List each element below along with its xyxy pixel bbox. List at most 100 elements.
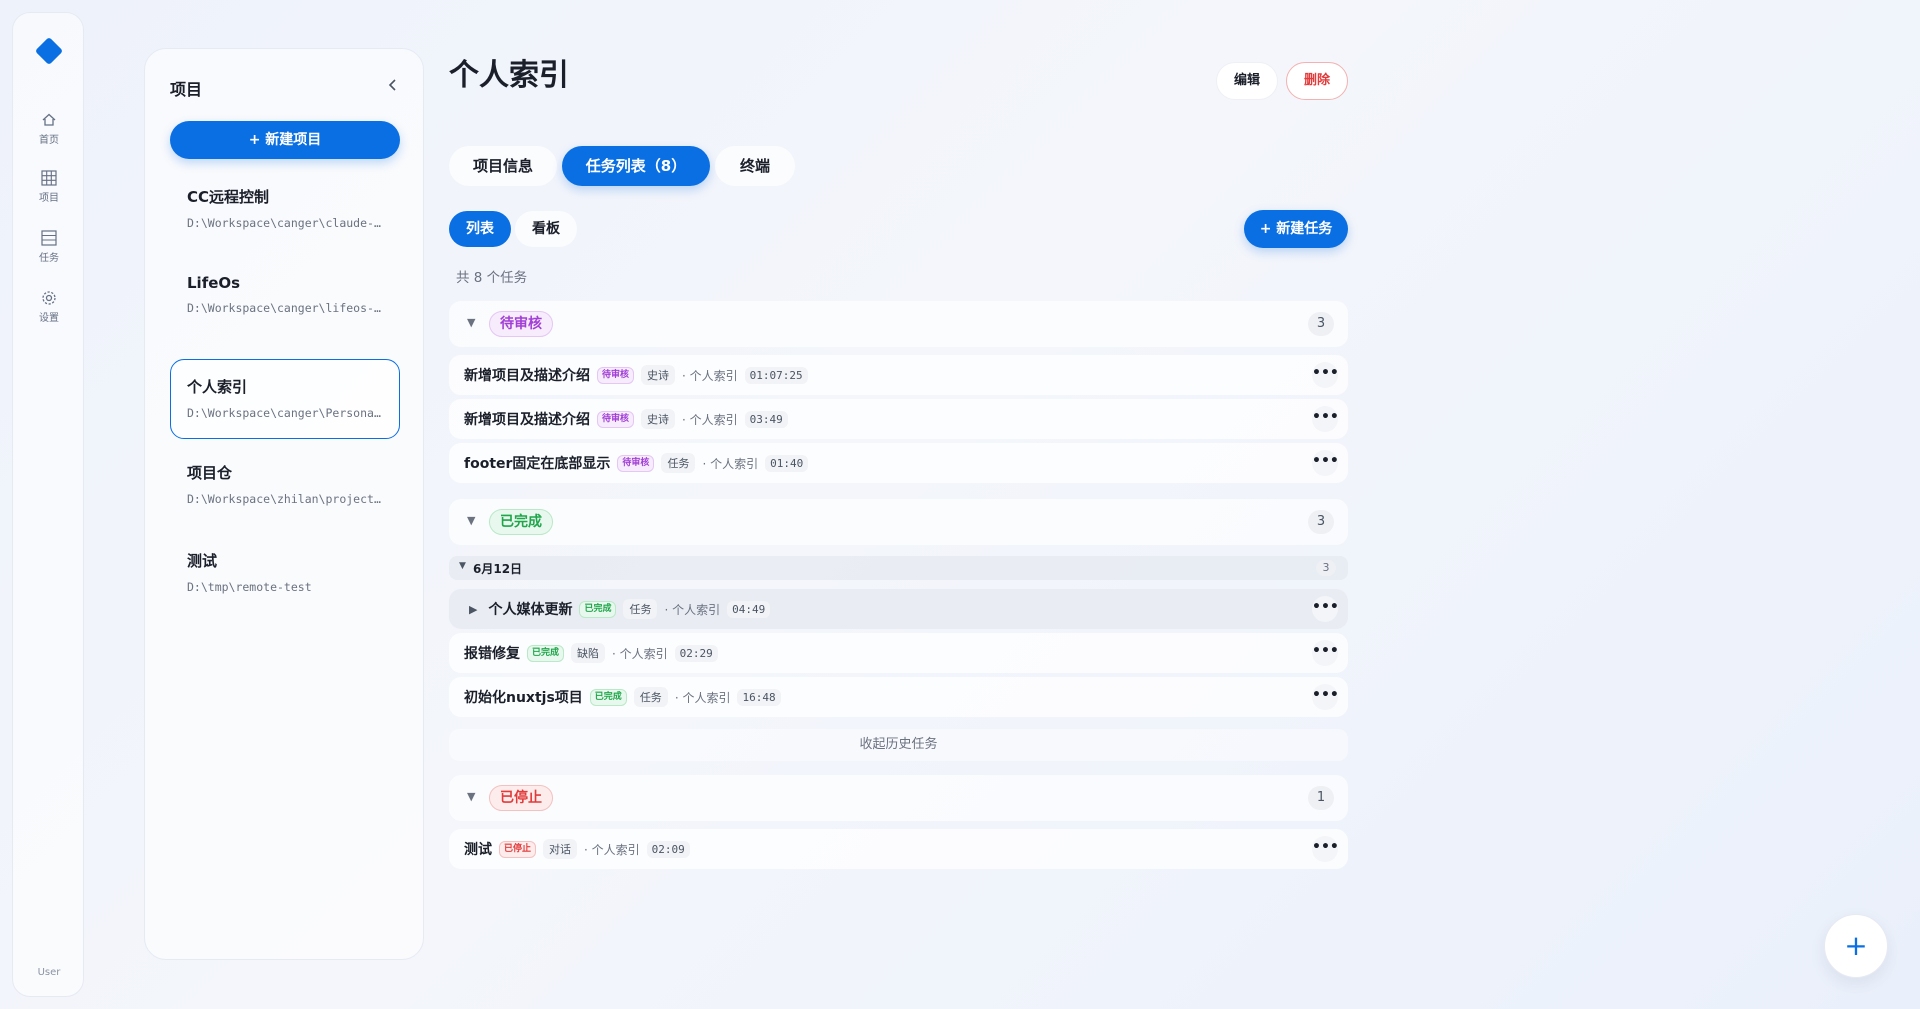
task-time: 02:09 xyxy=(646,840,690,858)
task-title: 初始化nuxtjs项目 xyxy=(464,690,583,706)
project-path: D:\Workspace\canger\claude-code-remote xyxy=(187,216,383,230)
project-panel: 项目 + 新建项目 CC远程控制 D:\Workspace\canger\cla… xyxy=(144,48,424,960)
group-count: 3 xyxy=(1308,312,1334,336)
project-item[interactable]: 测试 D:\tmp\remote-test xyxy=(170,535,400,615)
group-header-stopped[interactable]: ▼ 已停止 1 xyxy=(449,775,1348,821)
more-icon[interactable]: ••• xyxy=(1312,640,1339,666)
task-row[interactable]: 新增项目及描述介绍 待审核 史诗 · 个人索引 03:49 ••• xyxy=(449,399,1348,439)
add-fab-button[interactable]: + xyxy=(1824,914,1888,978)
task-time: 03:49 xyxy=(744,410,788,428)
task-row[interactable]: footer固定在底部显示 待审核 任务 · 个人索引 01:40 ••• xyxy=(449,443,1348,483)
task-type: 缺陷 xyxy=(571,643,606,663)
home-icon xyxy=(42,113,56,126)
new-project-button[interactable]: + 新建项目 xyxy=(170,121,400,159)
more-icon[interactable]: ••• xyxy=(1312,450,1339,476)
status-badge: 待审核 xyxy=(617,454,655,472)
task-type: 任务 xyxy=(633,687,668,707)
caret-down-icon: ▼ xyxy=(467,514,476,527)
tab-project-info[interactable]: 项目信息 xyxy=(449,146,557,186)
date-group-label: 6月12日 xyxy=(473,562,523,576)
delete-button[interactable]: 删除 xyxy=(1286,62,1348,100)
rail-item-projects[interactable]: 项目 xyxy=(13,169,85,204)
expand-arrow-icon[interactable]: ▶ xyxy=(469,603,477,616)
status-pill-done: 已完成 xyxy=(489,509,553,535)
task-title: 新增项目及描述介绍 xyxy=(464,368,590,384)
status-pill-review: 待审核 xyxy=(489,311,553,337)
date-group-header[interactable]: ▼ 6月12日 3 xyxy=(449,556,1348,580)
status-badge: 待审核 xyxy=(597,410,635,428)
date-group-count: 3 xyxy=(1316,560,1336,576)
page-title: 个人索引 xyxy=(449,58,569,93)
status-badge: 已完成 xyxy=(527,644,565,662)
project-path: D:\tmp\remote-test xyxy=(187,580,312,594)
group-header-review[interactable]: ▼ 待审核 3 xyxy=(449,301,1348,347)
project-item[interactable]: 项目仓 D:\Workspace\zhilan\project-hub xyxy=(170,447,400,527)
status-badge: 已完成 xyxy=(579,600,617,618)
task-time: 16:48 xyxy=(737,688,781,706)
project-item-active[interactable]: 个人索引 D:\Workspace\canger\PersonalIndex xyxy=(170,359,400,439)
project-path: D:\Workspace\canger\PersonalIndex xyxy=(187,406,383,420)
status-badge: 已完成 xyxy=(589,688,627,706)
task-project: · 个人索引 xyxy=(584,842,640,857)
caret-down-icon: ▼ xyxy=(459,561,466,571)
rail-label-settings: 设置 xyxy=(39,313,59,324)
task-type: 对话 xyxy=(543,839,578,859)
view-list-button[interactable]: 列表 xyxy=(449,211,511,247)
project-name: LifeOs xyxy=(187,274,241,292)
grid-icon xyxy=(41,170,57,186)
task-count: 共 8 个任务 xyxy=(456,270,528,286)
more-icon[interactable]: ••• xyxy=(1312,836,1339,862)
more-icon[interactable]: ••• xyxy=(1312,684,1339,710)
task-time: 01:07:25 xyxy=(744,366,808,384)
group-header-done[interactable]: ▼ 已完成 3 xyxy=(449,499,1348,545)
task-row[interactable]: 报错修复 已完成 缺陷 · 个人索引 02:29 ••• xyxy=(449,633,1348,673)
project-item[interactable]: CC远程控制 D:\Workspace\canger\claude-code-r… xyxy=(170,171,400,251)
task-row[interactable]: 测试 已停止 对话 · 个人索引 02:09 ••• xyxy=(449,829,1348,869)
task-title: 个人媒体更新 xyxy=(488,602,573,618)
task-type: 任务 xyxy=(661,453,696,473)
collapse-history-button[interactable]: 收起历史任务 xyxy=(449,729,1348,761)
nav-rail: 首页 项目 任务 设置 User xyxy=(12,12,84,997)
rail-item-home[interactable]: 首页 xyxy=(13,111,85,146)
task-type: 任务 xyxy=(623,599,658,619)
more-icon[interactable]: ••• xyxy=(1312,596,1339,622)
logo-icon[interactable] xyxy=(34,36,64,66)
project-item[interactable]: LifeOs D:\Workspace\canger\lifeos-projec… xyxy=(170,259,400,339)
rail-label-tasks: 任务 xyxy=(39,253,59,264)
tab-task-list[interactable]: 任务列表（8） xyxy=(562,146,710,186)
group-count: 1 xyxy=(1308,786,1334,810)
task-row[interactable]: 初始化nuxtjs项目 已完成 任务 · 个人索引 16:48 ••• xyxy=(449,677,1348,717)
view-board-button[interactable]: 看板 xyxy=(515,211,577,247)
task-project: · 个人索引 xyxy=(702,456,759,471)
panel-title: 项目 xyxy=(170,80,203,99)
project-name: CC远程控制 xyxy=(187,188,270,206)
task-project: · 个人索引 xyxy=(682,412,738,427)
task-row[interactable]: ▶ 个人媒体更新 已完成 任务 · 个人索引 04:49 ••• xyxy=(449,589,1348,629)
more-icon[interactable]: ••• xyxy=(1312,362,1339,388)
tab-terminal[interactable]: 终端 xyxy=(715,146,795,186)
chevron-left-icon[interactable] xyxy=(381,73,405,97)
task-project: · 个人索引 xyxy=(612,646,668,661)
task-title: 新增项目及描述介绍 xyxy=(464,412,590,428)
rail-label-home: 首页 xyxy=(39,135,59,146)
project-name: 个人索引 xyxy=(187,378,248,396)
edit-button[interactable]: 编辑 xyxy=(1216,62,1278,100)
group-count: 3 xyxy=(1308,510,1334,534)
new-task-button[interactable]: + 新建任务 xyxy=(1244,210,1348,248)
task-time: 01:40 xyxy=(765,454,809,472)
project-path: D:\Workspace\canger\lifeos-project xyxy=(187,301,383,315)
task-time: 02:29 xyxy=(674,644,718,662)
task-row[interactable]: 新增项目及描述介绍 待审核 史诗 · 个人索引 01:07:25 ••• xyxy=(449,355,1348,395)
more-icon[interactable]: ••• xyxy=(1312,406,1339,432)
user-label[interactable]: User xyxy=(13,967,85,978)
project-name: 项目仓 xyxy=(187,464,233,482)
rail-item-settings[interactable]: 设置 xyxy=(13,289,85,324)
status-badge: 已停止 xyxy=(499,840,537,858)
project-name: 测试 xyxy=(187,552,218,570)
status-pill-stopped: 已停止 xyxy=(489,785,553,811)
project-path: D:\Workspace\zhilan\project-hub xyxy=(187,492,383,506)
task-type: 史诗 xyxy=(641,365,676,385)
rail-item-tasks[interactable]: 任务 xyxy=(13,229,85,264)
task-time: 04:49 xyxy=(727,600,771,618)
task-title: 报错修复 xyxy=(464,646,520,662)
